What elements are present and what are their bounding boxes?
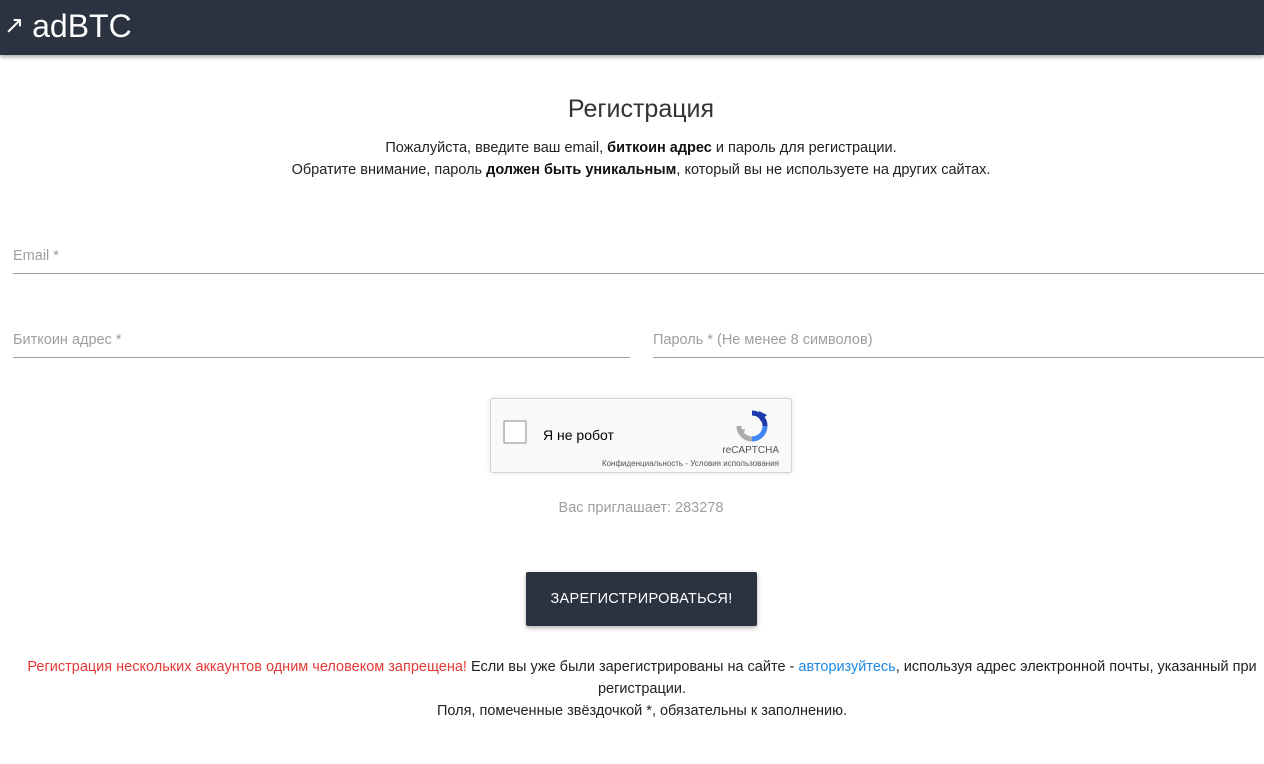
recaptcha-widget: Я не робот reCAPTCHA Конфиденциальность … (490, 398, 792, 473)
footer-text-a: Если вы уже были зарегистрированы на сай… (466, 659, 799, 675)
password-field-wrapper (653, 325, 1264, 358)
multi-account-warning: Регистрация нескольких аккаунтов одним ч… (27, 659, 467, 675)
intro-line-1-text-a: Пожалуйста, введите ваш email, (385, 140, 608, 156)
brand-logo[interactable]: ↗ adBTC (4, 7, 132, 45)
email-field-wrapper (13, 241, 1264, 274)
intro-line-2-bold: должен быть уникальным (486, 162, 677, 178)
invite-text: Вас приглашает: 283278 (558, 500, 724, 516)
recaptcha-label: Я не робот (543, 427, 614, 443)
register-button[interactable]: ЗАРЕГИСТРИРОВАТЬСЯ! (526, 572, 757, 626)
bitcoin-address-field[interactable] (13, 325, 630, 355)
intro-line-1-bold: биткоин адрес (607, 140, 712, 156)
recaptcha-links[interactable]: Конфиденциальность - Условия использован… (602, 459, 779, 468)
trend-arrow-icon: ↗ (4, 12, 25, 39)
recaptcha-logo-icon (736, 410, 768, 442)
footer-notice: Регистрация нескольких аккаунтов одним ч… (20, 656, 1264, 722)
login-link[interactable]: авторизуйтесь (798, 659, 895, 675)
intro-line-1: Пожалуйста, введите ваш email, биткоин а… (0, 137, 1264, 159)
recaptcha-checkbox[interactable] (503, 420, 527, 444)
brand-name: adBTC (32, 8, 132, 44)
bitcoin-address-field-wrapper (13, 325, 630, 358)
intro-line-2-text-b: , который вы не используете на других са… (676, 162, 991, 178)
intro-line-2-text-a: Обратите внимание, пароль (291, 162, 487, 178)
footer-line-1: Регистрация нескольких аккаунтов одним ч… (20, 656, 1264, 700)
intro-text: Пожалуйста, введите ваш email, биткоин а… (0, 137, 1264, 181)
page-title: Регистрация (567, 95, 715, 123)
required-fields-note: Поля, помеченные звёздочкой *, обязатель… (436, 703, 848, 719)
top-navbar: ↗ adBTC (0, 0, 1264, 55)
password-field[interactable] (653, 325, 1264, 355)
email-field[interactable] (13, 241, 1264, 271)
intro-line-1-text-b: и пароль для регистрации. (711, 140, 897, 156)
recaptcha-brand: reCAPTCHA (722, 445, 779, 456)
intro-line-2: Обратите внимание, пароль должен быть ун… (0, 159, 1264, 181)
